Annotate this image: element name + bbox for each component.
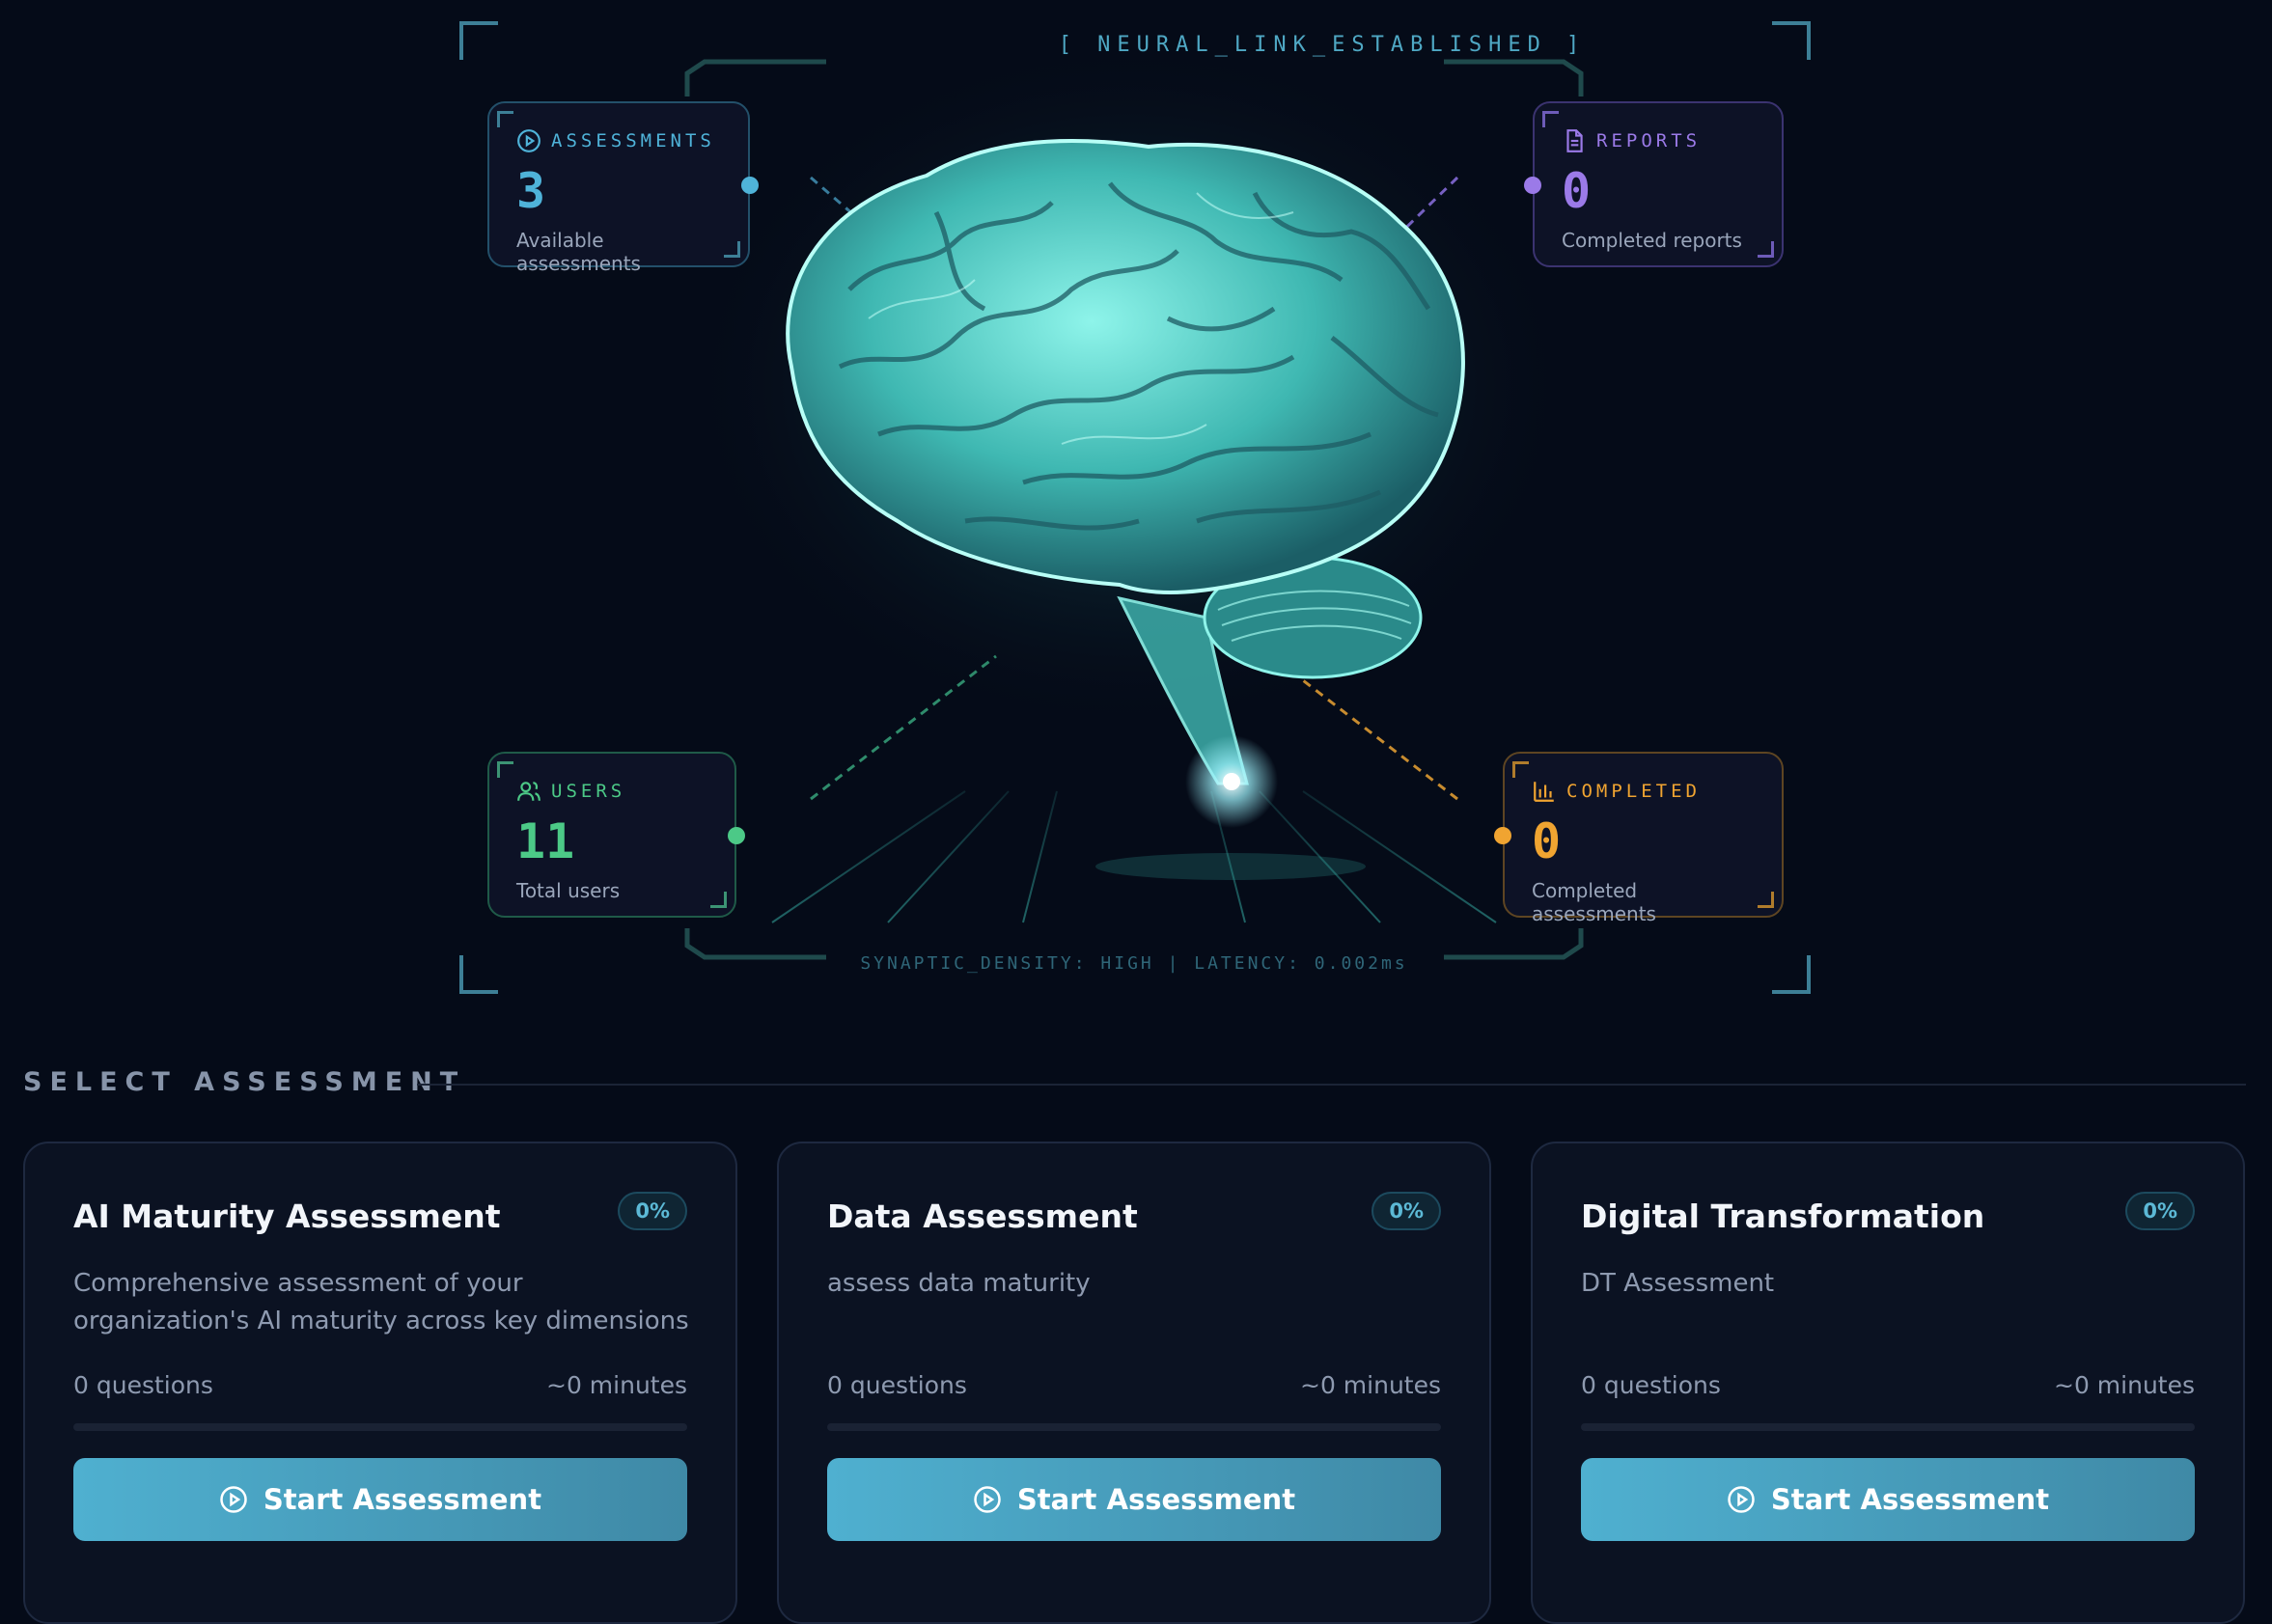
connector-node xyxy=(728,827,745,844)
bar-chart-icon xyxy=(1534,782,1554,802)
card-corner xyxy=(1758,241,1774,258)
stat-description: Completed reports xyxy=(1562,229,1742,252)
progress-badge: 0% xyxy=(1372,1192,1441,1230)
card-corner xyxy=(1542,111,1559,127)
play-circle-icon xyxy=(220,1486,247,1513)
stat-value: 11 xyxy=(516,813,575,869)
stat-card-reports[interactable]: REPORTS 0 Completed reports xyxy=(1524,101,1784,267)
start-assessment-label: Start Assessment xyxy=(1016,1483,1296,1516)
stat-card-assessments[interactable]: ASSESSMENTS 3 Available assessments xyxy=(487,101,759,275)
assessment-title: Digital Transformation xyxy=(1581,1197,1985,1235)
neural-hero-panel: [ NEURAL_LINK_ESTABLISHED ] SYNAPTIC_DEN… xyxy=(0,0,2272,1023)
stat-value: 0 xyxy=(1532,813,1562,869)
assessment-card: Data Assessment 0% assess data maturity … xyxy=(777,1142,1491,1624)
stat-value: 0 xyxy=(1562,163,1592,219)
start-assessment-label: Start Assessment xyxy=(263,1483,542,1516)
connector-node xyxy=(1494,827,1511,844)
card-corner xyxy=(1758,892,1774,908)
question-count: 0 questions xyxy=(73,1371,213,1399)
question-count: 0 questions xyxy=(1581,1371,1721,1399)
stat-description: Completed assessments xyxy=(1532,879,1656,925)
play-circle-icon xyxy=(1728,1486,1755,1513)
stat-label: REPORTS xyxy=(1596,130,1702,151)
hero-graphics xyxy=(459,21,1811,994)
stat-value: 3 xyxy=(516,163,546,219)
progress-bar xyxy=(827,1423,1441,1431)
stat-description: Total users xyxy=(516,879,621,902)
estimated-duration: ~0 minutes xyxy=(546,1371,687,1399)
stat-label: ASSESSMENTS xyxy=(551,130,715,151)
card-corner xyxy=(724,241,740,258)
users-icon xyxy=(517,782,540,801)
stat-label: COMPLETED xyxy=(1566,781,1701,802)
progress-badge: 0% xyxy=(618,1192,687,1230)
start-assessment-button[interactable]: Start Assessment xyxy=(73,1458,687,1541)
card-corner xyxy=(497,761,513,778)
stat-card-completed[interactable]: COMPLETED 0 Completed assessments xyxy=(1494,752,1784,925)
assessment-description: assess data maturity xyxy=(827,1269,1091,1298)
assessment-title: AI Maturity Assessment xyxy=(73,1197,501,1235)
assessment-card: AI Maturity Assessment 0% Comprehensive … xyxy=(23,1142,737,1624)
section-divider xyxy=(417,1084,2246,1086)
estimated-duration: ~0 minutes xyxy=(1300,1371,1441,1399)
connector-node xyxy=(741,177,759,194)
card-corner xyxy=(1512,761,1529,778)
stat-description: Available assessments xyxy=(516,229,641,275)
play-circle-icon xyxy=(974,1486,1001,1513)
play-circle-icon xyxy=(517,129,540,152)
assessment-description: Comprehensive assessment of your organiz… xyxy=(73,1269,689,1335)
estimated-duration: ~0 minutes xyxy=(2054,1371,2195,1399)
assessment-description: DT Assessment xyxy=(1581,1269,1775,1298)
progress-bar xyxy=(1581,1423,2195,1431)
stat-label: USERS xyxy=(551,781,626,802)
document-icon xyxy=(1566,129,1583,152)
card-corner xyxy=(497,111,513,127)
question-count: 0 questions xyxy=(827,1371,967,1399)
start-assessment-label: Start Assessment xyxy=(1770,1483,2050,1516)
start-assessment-button[interactable]: Start Assessment xyxy=(1581,1458,2195,1541)
connector-node xyxy=(1524,177,1541,194)
start-assessment-button[interactable]: Start Assessment xyxy=(827,1458,1441,1541)
section-title: SELECT ASSESSMENT xyxy=(23,1067,466,1097)
assessment-card: Digital Transformation 0% DT Assessment … xyxy=(1531,1142,2245,1624)
progress-bar xyxy=(73,1423,687,1431)
card-corner xyxy=(710,892,727,908)
progress-badge: 0% xyxy=(2125,1192,2195,1230)
neural-link-status: [ NEURAL_LINK_ESTABLISHED ] xyxy=(1058,33,1587,57)
assessment-title: Data Assessment xyxy=(827,1197,1138,1235)
synaptic-readout: SYNAPTIC_DENSITY: HIGH | LATENCY: 0.002m… xyxy=(860,953,1408,974)
stat-card-users[interactable]: USERS 11 Total users xyxy=(487,752,745,918)
